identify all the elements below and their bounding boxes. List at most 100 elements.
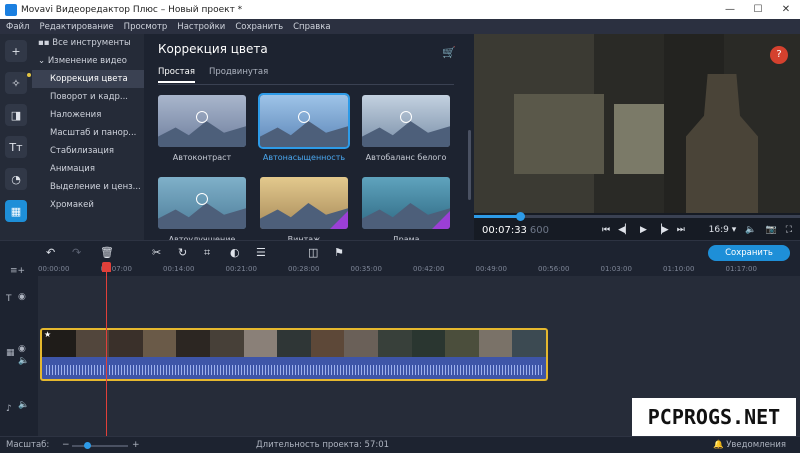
- next-frame-icon[interactable]: ▕▶: [655, 225, 669, 235]
- effect-tile[interactable]: Автоконтраст: [158, 95, 246, 165]
- clip-frame: [176, 330, 210, 357]
- title-bar: Movavi Видеоредактор Плюс – Новый проект…: [0, 0, 800, 19]
- menu-view[interactable]: Просмотр: [124, 22, 168, 32]
- minimize-button[interactable]: —: [716, 0, 744, 19]
- zoom-in-icon[interactable]: +: [132, 440, 140, 450]
- sidebar-item-stabilization[interactable]: Стабилизация: [32, 142, 144, 160]
- zoom-knob[interactable]: [84, 442, 91, 449]
- magic-glyph: ✧: [11, 76, 21, 90]
- redo-icon[interactable]: ↷: [72, 246, 81, 259]
- sidebar-item-chroma-key[interactable]: Хромакей: [32, 196, 144, 214]
- magic-wand-icon[interactable]: ✧: [5, 72, 31, 94]
- panel-title: Коррекция цвета: [158, 42, 268, 56]
- timeline-ruler[interactable]: 00:00:00 00:07:00 00:14:00 00:21:00 00:28:00…: [38, 264, 800, 276]
- tab-simple[interactable]: Простая: [158, 67, 195, 83]
- contrast-icon: [196, 111, 208, 123]
- snapshot-icon[interactable]: 📷: [765, 225, 776, 235]
- effect-tile[interactable]: Автобаланс белого: [362, 95, 450, 165]
- sidebar-item-highlight-censor[interactable]: Выделение и ценз...: [32, 178, 144, 196]
- mountain-shape: [158, 121, 246, 147]
- volume-icon[interactable]: 🔈: [745, 225, 756, 235]
- sidebar-item-rotate-crop[interactable]: Поворот и кадр...: [32, 88, 144, 106]
- playhead-handle[interactable]: [102, 262, 111, 272]
- save-button[interactable]: Сохранить: [708, 245, 790, 261]
- transitions-icon[interactable]: ◨: [5, 104, 27, 126]
- maximize-button[interactable]: ☐: [744, 0, 772, 19]
- play-icon[interactable]: ▶: [640, 225, 647, 235]
- help-button[interactable]: ?: [770, 46, 788, 64]
- more-tools-icon[interactable]: ▦: [5, 200, 27, 222]
- video-edit-label: Изменение видео: [47, 56, 127, 66]
- effect-thumbnail: [158, 95, 246, 147]
- overlay-icon[interactable]: ◫: [308, 246, 318, 259]
- effect-tile[interactable]: Винтаж: [260, 177, 348, 247]
- all-tools-header[interactable]: ▪▪ Все инструменты: [32, 34, 144, 52]
- flag-icon[interactable]: ⚑: [334, 246, 344, 259]
- zoom-slider[interactable]: [72, 445, 128, 447]
- volume-icon[interactable]: 🔈: [18, 356, 29, 366]
- menu-save[interactable]: Сохранить: [235, 22, 283, 32]
- timeline-toolbar: ↶ ↷ 🗑 ✂ ↻ ⌗ ◐ ☰ ◫ ⚑ Сохранить: [0, 240, 800, 264]
- effects-scrollbar[interactable]: [468, 130, 471, 200]
- notifications-button[interactable]: 🔔 Уведомления: [713, 440, 786, 450]
- aspect-ratio-select[interactable]: 16:9 ▾: [709, 225, 737, 235]
- menu-help[interactable]: Справка: [293, 22, 330, 32]
- menu-settings[interactable]: Настройки: [177, 22, 225, 32]
- go-end-icon[interactable]: ⏭: [677, 225, 685, 235]
- video-edit-section[interactable]: ⌄ Изменение видео: [32, 52, 144, 70]
- ruler-tick-label: 00:56:00: [538, 265, 570, 273]
- playback-controls: 00:07:33 600 ⏮ ◀▏ ▶ ▕▶ ⏭ 16:9 ▾ 🔈 📷 ⛶: [474, 220, 800, 240]
- clip-frame: [209, 330, 244, 357]
- effect-thumbnail: [362, 177, 450, 229]
- rotate-icon[interactable]: ↻: [178, 246, 187, 259]
- crop-icon[interactable]: ⌗: [204, 246, 210, 260]
- tools-sidebar: ▪▪ Все инструменты ⌄ Изменение видео Кор…: [32, 34, 144, 240]
- cut-icon[interactable]: ✂: [152, 246, 161, 259]
- mountain-shape: [260, 121, 348, 147]
- add-track-icon[interactable]: ≡+: [10, 266, 25, 276]
- eye-icon[interactable]: ◉: [18, 344, 26, 354]
- ruler-tick-label: 00:28:00: [288, 265, 320, 273]
- undo-icon[interactable]: ↶: [46, 246, 55, 259]
- audio-clip[interactable]: [40, 357, 548, 381]
- volume-icon[interactable]: 🔈: [18, 400, 29, 410]
- effect-tile[interactable]: Драма: [362, 177, 450, 247]
- video-clip[interactable]: [40, 328, 548, 357]
- clip-frame: [310, 330, 345, 357]
- effect-tile[interactable]: Автонасыщенность: [258, 93, 350, 165]
- cart-icon[interactable]: 🛒: [442, 46, 456, 59]
- prev-frame-icon[interactable]: ◀▏: [618, 225, 632, 235]
- video-track-icon: ▦: [6, 348, 15, 358]
- go-start-icon[interactable]: ⏮: [602, 225, 610, 235]
- video-frame: ?: [474, 34, 800, 213]
- status-bar: Масштаб: − + Длительность проекта: 57:01…: [0, 436, 800, 453]
- transitions-glyph: ◨: [10, 108, 22, 122]
- playback-progress[interactable]: [474, 212, 800, 221]
- import-icon[interactable]: +: [5, 40, 27, 62]
- app-icon: [5, 3, 17, 16]
- close-button[interactable]: ✕: [772, 0, 800, 19]
- playhead[interactable]: [102, 262, 111, 436]
- zoom-out-icon[interactable]: −: [62, 440, 70, 450]
- settings-icon[interactable]: ☰: [256, 246, 266, 259]
- menu-edit[interactable]: Редактирование: [39, 22, 113, 32]
- tab-advanced[interactable]: Продвинутая: [209, 67, 268, 83]
- effect-thumbnail-selected: [258, 93, 350, 149]
- titles-icon[interactable]: Tт: [5, 136, 27, 158]
- eye-icon[interactable]: ◉: [18, 292, 26, 302]
- delete-icon[interactable]: 🗑: [100, 246, 114, 259]
- effects-tabs: Простая Продвинутая: [158, 67, 282, 83]
- sidebar-item-pan-zoom[interactable]: Масштаб и панор...: [32, 124, 144, 142]
- effect-thumbnail: [362, 95, 450, 147]
- clip-frame: [478, 330, 513, 357]
- ruler-tick-label: 00:42:00: [413, 265, 445, 273]
- sidebar-item-animation[interactable]: Анимация: [32, 160, 144, 178]
- menu-file[interactable]: Файл: [6, 22, 29, 32]
- color-adjust-icon[interactable]: ◐: [230, 246, 240, 259]
- sidebar-item-overlays[interactable]: Наложения: [32, 106, 144, 124]
- fullscreen-icon[interactable]: ⛶: [786, 225, 792, 235]
- effect-tile[interactable]: Автоулучшение: [158, 177, 246, 247]
- filters-icon[interactable]: ◔: [5, 168, 27, 190]
- sidebar-item-color-correction[interactable]: Коррекция цвета: [32, 70, 144, 88]
- tab-divider: [158, 84, 454, 85]
